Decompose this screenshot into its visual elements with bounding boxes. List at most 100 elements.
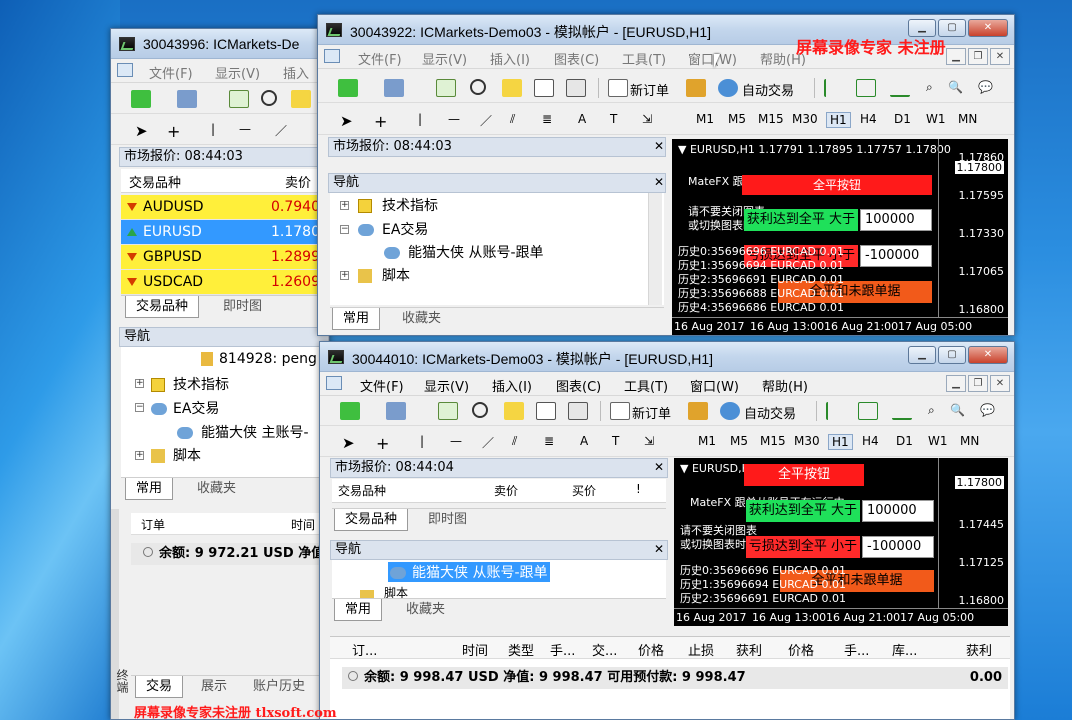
market-watch-close-icon[interactable]: ✕ <box>654 460 664 474</box>
mdi-close-button[interactable]: ✕ <box>990 48 1010 65</box>
navigator-close-icon[interactable]: ✕ <box>654 175 664 189</box>
auto-trading-icon[interactable] <box>720 402 740 420</box>
new-chart-icon[interactable] <box>338 79 358 97</box>
col-order[interactable]: 订单 <box>141 516 165 533</box>
tf-w1[interactable]: W1 <box>926 112 946 126</box>
tab-symbols[interactable]: 交易品种 <box>334 509 409 531</box>
crosshair-icon[interactable]: + <box>376 434 389 453</box>
profit-threshold-input[interactable]: 100000 <box>862 500 934 522</box>
arrows-icon[interactable]: ⇲ <box>642 112 652 126</box>
vertical-line-icon[interactable]: | <box>418 112 422 126</box>
title-bar[interactable]: 30044010: ICMarkets-Demo03 - 模拟帐户 - [EUR… <box>320 342 1014 372</box>
col-type[interactable]: 类型 <box>508 640 534 659</box>
col-time[interactable]: 时间 <box>291 516 315 533</box>
chart-eurusd-h1[interactable]: ▼ EURUSD,H1 1.17791 1.17895 1.17757 1.17… <box>672 139 1008 335</box>
expand-indicators[interactable]: + <box>340 201 349 210</box>
text-icon[interactable]: A <box>580 434 588 448</box>
candlestick-icon[interactable] <box>858 402 878 420</box>
chat-icon[interactable]: 💬 <box>980 403 995 417</box>
close-button[interactable]: ✕ <box>968 346 1008 364</box>
cursor-icon[interactable]: ➤ <box>342 434 355 452</box>
tab-favorites[interactable]: 收藏夹 <box>396 599 455 621</box>
col-spread[interactable]: ! <box>636 482 641 496</box>
tester-icon[interactable] <box>568 402 588 420</box>
fibonacci-icon[interactable]: ≣ <box>544 434 554 448</box>
tf-w1[interactable]: W1 <box>928 434 948 448</box>
auto-trading-button[interactable]: 自动交易 <box>744 403 796 422</box>
metaeditor-icon[interactable] <box>688 402 708 420</box>
title-bar[interactable]: 30043996: ICMarkets-De <box>111 29 329 59</box>
mdi-minimize-button[interactable]: ▁ <box>946 48 966 65</box>
mdi-restore-button[interactable]: ❐ <box>968 375 988 392</box>
mdi-minimize-button[interactable]: ▁ <box>946 375 966 392</box>
col-symbol[interactable]: 交易品种 <box>129 172 181 191</box>
tab-account-history[interactable]: 账户历史 <box>243 676 315 698</box>
tab-common[interactable]: 常用 <box>332 308 381 330</box>
vertical-line-icon[interactable]: | <box>420 434 424 448</box>
profit-threshold-input[interactable]: 100000 <box>860 209 932 231</box>
menu-insert[interactable]: 插入 <box>283 63 309 82</box>
col-volume[interactable]: 手... <box>550 640 575 659</box>
metaeditor-icon[interactable] <box>686 79 706 97</box>
horizontal-line-icon[interactable]: — <box>239 122 251 136</box>
col-stop-loss[interactable]: 止损 <box>688 640 714 659</box>
market-watch-icon[interactable] <box>436 79 456 97</box>
menu-tools[interactable]: 工具(T) <box>622 49 666 68</box>
terminal-icon[interactable] <box>534 79 554 97</box>
terminal-window-30044010[interactable]: 30044010: ICMarkets-Demo03 - 模拟帐户 - [EUR… <box>319 341 1015 720</box>
symbol-row-eurusd[interactable]: EURUSD 1.17800 <box>121 220 329 245</box>
tf-h4[interactable]: H4 <box>860 112 877 126</box>
market-watch-icon[interactable] <box>229 90 249 108</box>
maximize-button[interactable]: ▢ <box>938 346 966 364</box>
tf-d1[interactable]: D1 <box>894 112 911 126</box>
new-chart-icon[interactable] <box>340 402 360 420</box>
collapse-ea[interactable]: − <box>135 403 144 412</box>
symbol-row-audusd[interactable]: AUDUSD 0.79403 <box>121 195 329 220</box>
nav-expert-advisors[interactable]: EA交易 <box>151 398 219 418</box>
menu-charts[interactable]: 图表(C) <box>554 49 599 68</box>
nav-indicators[interactable]: 技术指标 <box>358 195 438 215</box>
horizontal-line-icon[interactable]: — <box>448 112 460 126</box>
profiles-icon[interactable] <box>386 402 406 420</box>
horizontal-line-icon[interactable]: — <box>450 434 462 448</box>
line-chart-icon[interactable] <box>892 402 912 420</box>
col-time[interactable]: 时间 <box>462 640 488 659</box>
menu-window[interactable]: 窗口(W) <box>688 49 737 68</box>
crosshair-nav-icon[interactable] <box>261 90 277 106</box>
terminal-window-30043922[interactable]: 30043922: ICMarkets-Demo03 - 模拟帐户 - [EUR… <box>317 14 1015 336</box>
loss-close-label[interactable]: 亏损达到全平 小于 <box>746 536 860 558</box>
zoom-in-icon[interactable]: ⌕ <box>928 403 935 418</box>
arrows-icon[interactable]: ⇲ <box>644 434 654 448</box>
zoom-out-icon[interactable]: 🔍 <box>948 80 963 94</box>
crosshair-icon[interactable]: + <box>374 112 387 131</box>
channel-icon[interactable]: ⫽ <box>510 112 515 127</box>
text-icon[interactable]: A <box>578 112 586 126</box>
close-all-button[interactable]: 全平按钮 <box>742 175 932 195</box>
bar-chart-icon[interactable] <box>824 79 844 97</box>
profiles-icon[interactable] <box>177 90 197 108</box>
nav-indicators[interactable]: 技术指标 <box>151 374 229 394</box>
menu-tools[interactable]: 工具(T) <box>624 376 668 395</box>
tf-m5[interactable]: M5 <box>728 112 746 126</box>
tab-common[interactable]: 常用 <box>334 599 383 621</box>
menu-view[interactable]: 显示(V) <box>215 63 260 82</box>
nav-ea-item[interactable]: 能猫大侠 主账号- <box>177 422 309 442</box>
zoom-in-icon[interactable]: ⌕ <box>926 80 933 95</box>
tf-h4[interactable]: H4 <box>862 434 879 448</box>
col-profit[interactable]: 获利 <box>966 640 992 659</box>
tf-m15[interactable]: M15 <box>760 434 786 448</box>
terminal-icon[interactable] <box>536 402 556 420</box>
zoom-out-icon[interactable]: 🔍 <box>950 403 965 417</box>
line-chart-icon[interactable] <box>890 79 910 97</box>
loss-threshold-input[interactable]: -100000 <box>862 536 934 558</box>
market-watch-icon[interactable] <box>438 402 458 420</box>
tab-tick-chart[interactable]: 即时图 <box>418 509 477 531</box>
new-order-icon[interactable] <box>608 79 628 97</box>
channel-icon[interactable]: ⫽ <box>512 434 517 449</box>
profit-close-label[interactable]: 获利达到全平 大于 <box>744 209 858 231</box>
col-commission[interactable]: 手... <box>844 640 869 659</box>
vertical-line-icon[interactable]: | <box>211 122 215 136</box>
tf-d1[interactable]: D1 <box>896 434 913 448</box>
tf-m5[interactable]: M5 <box>730 434 748 448</box>
tf-m30[interactable]: M30 <box>792 112 818 126</box>
